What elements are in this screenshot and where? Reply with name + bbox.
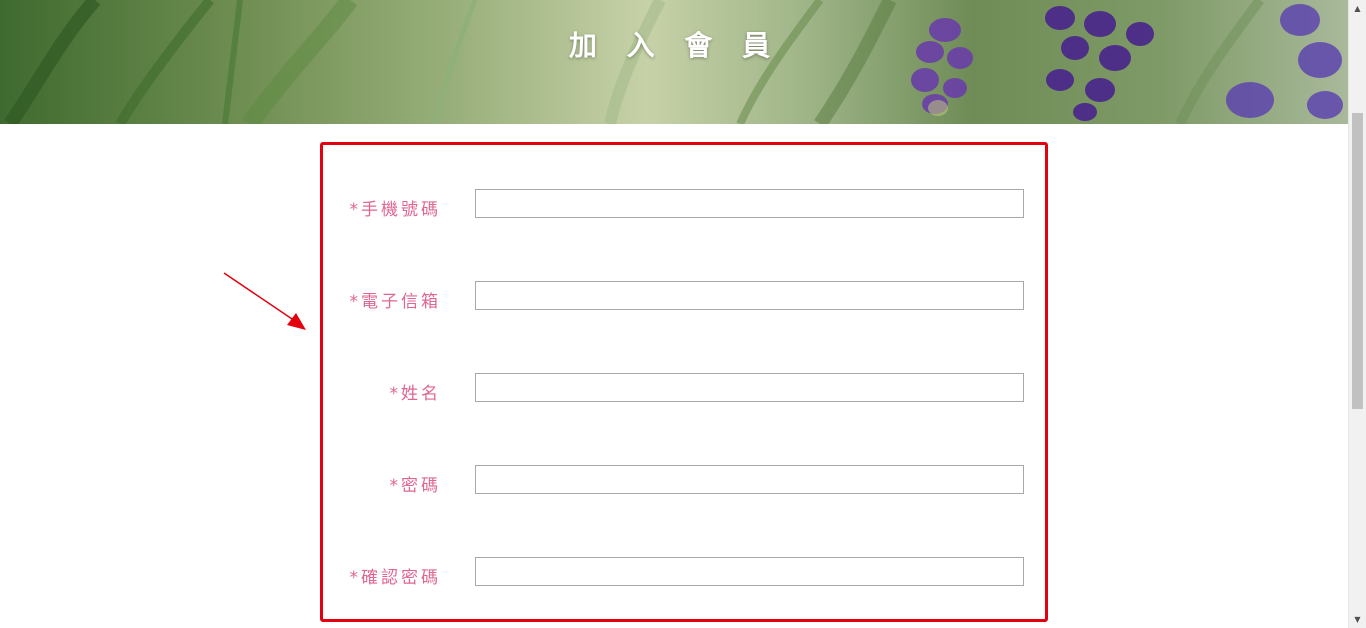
phone-label: *手機號碼 — [349, 200, 441, 220]
vertical-scrollbar[interactable]: ▲ ▼ — [1348, 0, 1366, 628]
name-input[interactable] — [475, 373, 1024, 402]
confirm-password-label: *確認密碼 — [349, 568, 441, 588]
page: 加 入 會 員 *手機號碼 *電子信箱 *姓名 *密碼 *確認密碼 ▲ ▼ — [0, 0, 1366, 628]
confirm-password-input[interactable] — [475, 557, 1024, 586]
form-row-email: *電子信箱 — [320, 281, 1045, 315]
phone-input[interactable] — [475, 189, 1024, 218]
scrollbar-thumb[interactable] — [1352, 113, 1363, 409]
form-row-phone: *手機號碼 — [320, 189, 1045, 223]
password-input[interactable] — [475, 465, 1024, 494]
email-label: *電子信箱 — [349, 292, 441, 312]
scroll-up-icon[interactable]: ▲ — [1349, 0, 1366, 17]
form-row-password: *密碼 — [320, 465, 1045, 499]
scroll-down-icon[interactable]: ▼ — [1349, 611, 1366, 628]
form-row-confirm-password: *確認密碼 — [320, 557, 1045, 591]
form-row-name: *姓名 — [320, 373, 1045, 407]
password-label: *密碼 — [389, 476, 441, 496]
email-input[interactable] — [475, 281, 1024, 310]
annotation-arrow-icon — [223, 272, 306, 330]
name-label: *姓名 — [389, 384, 441, 404]
